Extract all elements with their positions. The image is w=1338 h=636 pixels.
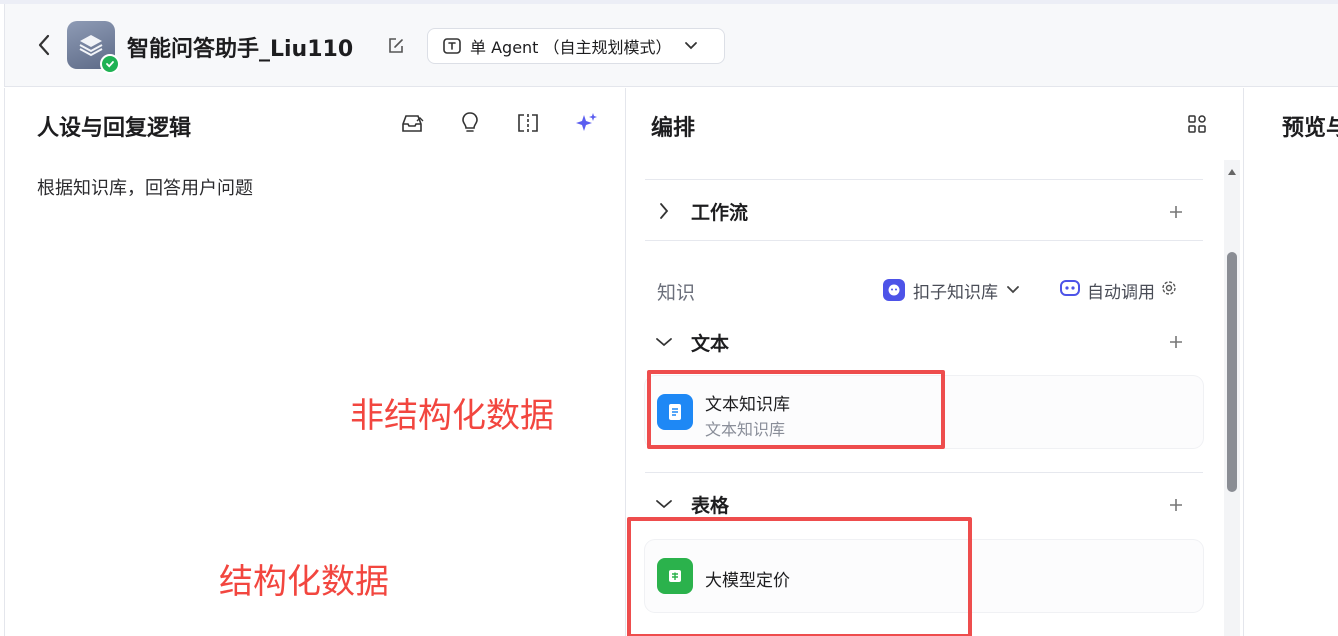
add-table-kb-button[interactable] <box>1165 494 1187 516</box>
kb-source-label: 扣子知识库 <box>913 282 998 303</box>
app-title: 智能问答助手_Liu110 <box>127 37 354 62</box>
back-button[interactable] <box>33 34 55 56</box>
edit-name-button[interactable] <box>385 35 407 57</box>
chevron-down-icon <box>1006 280 1020 300</box>
ai-optimize-button[interactable] <box>573 110 599 136</box>
document-icon <box>657 394 693 430</box>
plus-icon <box>1170 336 1182 348</box>
chevron-right-icon <box>651 198 677 224</box>
sparkle-icon <box>576 113 597 131</box>
tips-button[interactable] <box>457 110 483 136</box>
agent-mode-label: 单 Agent （自主规划模式） <box>470 38 672 57</box>
layers-icon <box>79 35 103 57</box>
persona-prompt[interactable]: 根据知识库，回答用户问题 <box>37 174 253 200</box>
persona-title: 人设与回复逻辑 <box>37 116 192 141</box>
divider <box>645 472 1203 473</box>
plus-icon <box>1170 499 1182 511</box>
inbox-upload-icon <box>402 115 424 132</box>
chevron-down-icon <box>651 329 677 355</box>
chevron-down-icon <box>684 41 698 51</box>
published-check-icon <box>100 54 120 74</box>
robot-icon <box>1059 278 1081 303</box>
text-kb-subtitle: 文本知识库 <box>705 420 786 439</box>
preview-panel: 预览与 <box>1245 88 1338 636</box>
lightbulb-icon <box>462 112 478 132</box>
prompt-library-button[interactable] <box>399 110 425 136</box>
knowledge-label: 知识 <box>657 282 696 304</box>
scroll-up-arrow-icon[interactable] <box>1224 166 1240 178</box>
preview-title: 预览与 <box>1282 116 1338 141</box>
settings-gear-icon[interactable] <box>1161 280 1177 301</box>
orchestration-title: 编排 <box>651 116 696 141</box>
grid-icon <box>1188 115 1206 133</box>
table-kb-title: 大模型定价 <box>705 571 790 591</box>
chevron-down-icon <box>651 491 677 517</box>
annotation-structured: 结构化数据 <box>219 562 389 602</box>
bot-avatar[interactable] <box>67 21 120 74</box>
vertical-scrollbar[interactable] <box>1224 160 1240 636</box>
table-icon <box>657 558 693 594</box>
table-section-label: 表格 <box>691 494 730 517</box>
chevron-left-icon <box>38 34 50 56</box>
divider <box>645 240 1203 241</box>
table-section-header[interactable]: 表格 <box>651 486 1197 522</box>
persona-toolbar <box>399 110 599 136</box>
split-view-icon <box>518 114 538 132</box>
orchestration-panel: 编排 工作流 知识 扣子知识库 自动调用 文本 文本知识库 文本知识库 表格 大… <box>627 88 1244 636</box>
add-workflow-button[interactable] <box>1165 201 1187 223</box>
persona-panel: 人设与回复逻辑 根据知识库，回答用户问题 非结构化数据 结构化数据 <box>4 88 626 636</box>
kb-logo-icon <box>883 279 905 301</box>
mode-icon <box>443 38 461 54</box>
annotation-unstructured: 非结构化数据 <box>350 396 554 436</box>
divider <box>645 179 1203 180</box>
add-text-kb-button[interactable] <box>1165 331 1187 353</box>
kb-source-select[interactable]: 扣子知识库 <box>883 276 1020 304</box>
layout-switch-button[interactable] <box>1185 112 1209 136</box>
workflow-section-header[interactable]: 工作流 <box>651 193 1197 229</box>
table-kb-card[interactable]: 大模型定价 <box>645 540 1203 612</box>
auto-call-label: 自动调用 <box>1087 282 1155 303</box>
workflow-label: 工作流 <box>691 201 749 224</box>
agent-mode-select[interactable]: 单 Agent （自主规划模式） <box>427 28 725 64</box>
app-header: 智能问答助手_Liu110 单 Agent （自主规划模式） <box>4 4 1338 87</box>
scrollbar-thumb[interactable] <box>1227 252 1237 492</box>
text-section-label: 文本 <box>691 332 730 355</box>
auto-call-setting[interactable]: 自动调用 <box>1059 276 1177 304</box>
text-kb-title: 文本知识库 <box>705 395 790 415</box>
text-section-header[interactable]: 文本 <box>651 324 1197 360</box>
plus-icon <box>1170 206 1182 218</box>
edit-icon <box>389 38 403 53</box>
text-kb-card[interactable]: 文本知识库 文本知识库 <box>645 376 1203 448</box>
compare-button[interactable] <box>515 110 541 136</box>
